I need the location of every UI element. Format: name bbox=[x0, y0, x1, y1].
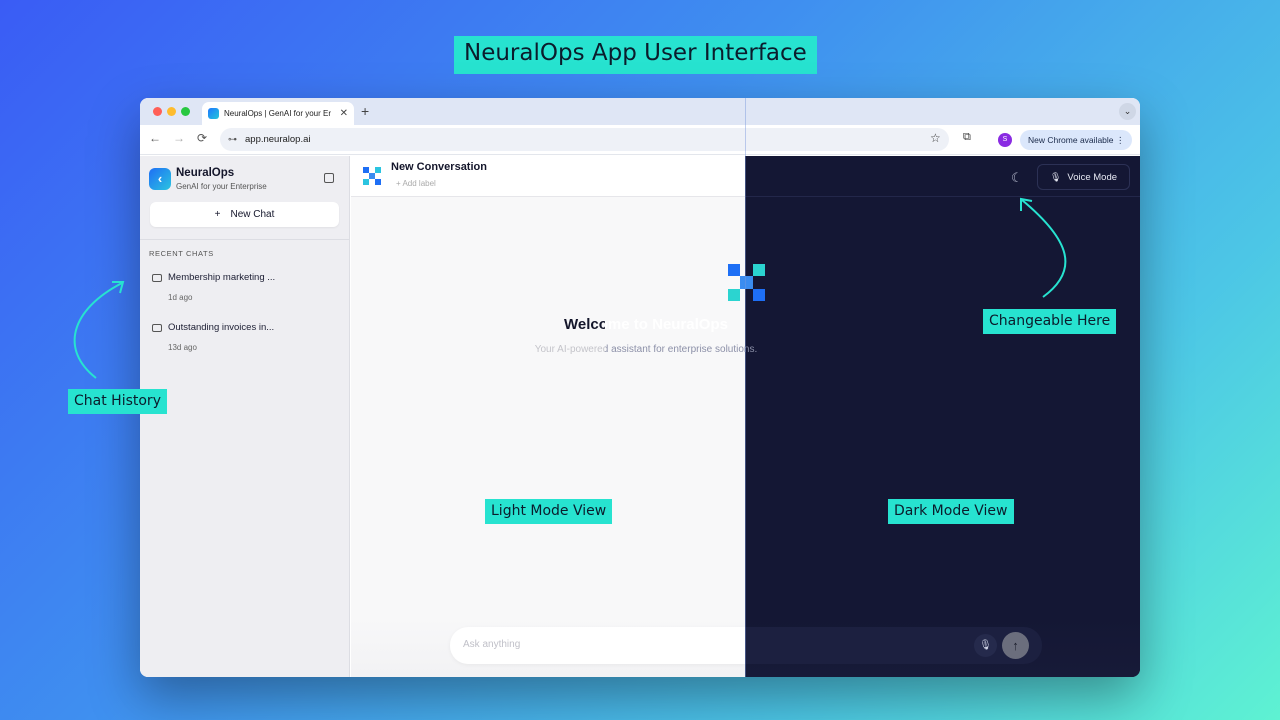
microphone-icon[interactable]: 🎙 bbox=[974, 634, 997, 657]
chat-timestamp: 13d ago bbox=[168, 343, 197, 352]
welcome-logo-icon bbox=[728, 264, 765, 301]
neuralops-favicon-icon bbox=[208, 108, 219, 119]
site-info-icon[interactable]: ⊶ bbox=[228, 134, 237, 145]
chat-timestamp: 1d ago bbox=[168, 293, 193, 302]
chat-title: Membership marketing ... bbox=[168, 272, 276, 283]
collapse-sidebar-icon[interactable] bbox=[324, 173, 334, 183]
chat-history-item[interactable]: Outstanding invoices in... 13d ago bbox=[152, 322, 342, 352]
brand-subtitle: GenAI for your Enterprise bbox=[176, 182, 267, 191]
theme-toggle-moon-icon[interactable]: ☾ bbox=[1011, 170, 1023, 186]
chat-bubble-icon bbox=[152, 323, 162, 332]
voice-mode-button[interactable]: 🎙 Voice Mode bbox=[1037, 164, 1130, 190]
chat-history-arrow bbox=[73, 282, 123, 379]
send-arrow-icon[interactable]: ↑ bbox=[1002, 632, 1029, 659]
welcome-title-light: Welcome to NeuralOps bbox=[564, 316, 605, 333]
light-mode-panel: New Conversation + Add label Ask anythin… bbox=[351, 156, 745, 677]
composer-placeholder: Ask anything bbox=[463, 639, 521, 650]
back-icon[interactable]: ← bbox=[149, 131, 161, 145]
forward-icon[interactable]: → bbox=[173, 131, 185, 145]
chat-history-annotation: Chat History bbox=[68, 389, 167, 414]
conversation-header: New Conversation + Add label bbox=[351, 156, 745, 197]
welcome-subtitle: Your AI-powered assistant for enterprise… bbox=[440, 344, 852, 358]
chat-history-arrowhead bbox=[112, 281, 125, 294]
dark-mode-panel: ☾ 🎙 Voice Mode 🎙 ↑ bbox=[745, 156, 1140, 677]
voice-mode-label: Voice Mode bbox=[1067, 171, 1118, 183]
chrome-update-button[interactable]: New Chrome available ⋮ bbox=[1020, 130, 1133, 150]
brand-name: NeuralOps bbox=[176, 167, 235, 179]
plus-icon: + bbox=[214, 209, 221, 220]
dark-mode-annotation: Dark Mode View bbox=[888, 499, 1014, 524]
composer-input-dark[interactable]: 🎙 ↑ bbox=[745, 627, 1042, 664]
composer-input[interactable]: Ask anything bbox=[450, 627, 745, 664]
address-bar[interactable]: ⊶ app.neuralop.ai bbox=[220, 128, 949, 151]
new-chat-label: New Chat bbox=[230, 209, 275, 220]
close-window-dot[interactable] bbox=[153, 107, 162, 116]
welcome-subtitle-dark: Your AI-powered assistant for enterprise… bbox=[605, 344, 758, 355]
extensions-icon[interactable]: ⧉ bbox=[963, 131, 971, 144]
chat-title: Outstanding invoices in... bbox=[168, 322, 275, 333]
new-chat-button[interactable]: + New Chat bbox=[150, 202, 339, 227]
changeable-here-annotation: Changeable Here bbox=[983, 309, 1117, 334]
conversation-logo-icon bbox=[363, 167, 381, 185]
microphone-icon: 🎙 bbox=[1049, 171, 1062, 182]
chat-bubble-icon bbox=[152, 273, 162, 282]
close-tab-icon[interactable]: ✕ bbox=[340, 108, 348, 119]
reload-icon[interactable]: ⟳ bbox=[197, 131, 207, 145]
chat-history-item[interactable]: Membership marketing ... 1d ago bbox=[152, 272, 342, 302]
neuralops-app: ‹ NeuralOps GenAI for your Enterprise + … bbox=[140, 98, 1140, 677]
sidebar-divider bbox=[140, 239, 350, 240]
profile-avatar[interactable]: S bbox=[998, 133, 1012, 147]
welcome-subtitle-light: Your AI-powered assistant for enterprise… bbox=[534, 344, 605, 355]
browser-toolbar: ← → ⟳ ⊶ app.neuralop.ai ☆ ⧉ S New Chrome… bbox=[140, 125, 1140, 155]
url-text: app.neuralop.ai bbox=[245, 134, 311, 145]
browser-window: NeuralOps | GenAI for your Er ✕ + ⌄ ← → … bbox=[140, 98, 1140, 677]
tab-bar: NeuralOps | GenAI for your Er ✕ + ⌄ bbox=[140, 98, 1140, 125]
browser-tab[interactable]: NeuralOps | GenAI for your Er ✕ bbox=[202, 102, 354, 125]
page-title: NeuralOps App User Interface bbox=[454, 36, 817, 74]
tab-search-dropdown-icon[interactable]: ⌄ bbox=[1119, 103, 1136, 120]
mode-split-line bbox=[745, 98, 746, 677]
maximize-window-dot[interactable] bbox=[181, 107, 190, 116]
tab-title: NeuralOps | GenAI for your Er bbox=[224, 109, 332, 118]
new-tab-button[interactable]: + bbox=[361, 103, 369, 119]
sidebar: ‹ NeuralOps GenAI for your Enterprise + … bbox=[140, 156, 350, 677]
conversation-header-dark: ☾ 🎙 Voice Mode bbox=[745, 156, 1140, 197]
neuralops-logo-icon: ‹ bbox=[149, 168, 171, 190]
welcome-title-dark: Welcome to NeuralOps bbox=[605, 316, 728, 333]
minimize-window-dot[interactable] bbox=[167, 107, 176, 116]
recent-chats-heading: RECENT CHATS bbox=[149, 249, 214, 258]
conversation-title: New Conversation bbox=[391, 161, 487, 173]
welcome-title: Welcome to NeuralOps Welcome to NeuralOp… bbox=[440, 316, 852, 338]
bookmark-star-icon[interactable]: ☆ bbox=[930, 131, 941, 145]
light-mode-annotation: Light Mode View bbox=[485, 499, 613, 524]
add-label-link[interactable]: + Add label bbox=[396, 179, 436, 188]
